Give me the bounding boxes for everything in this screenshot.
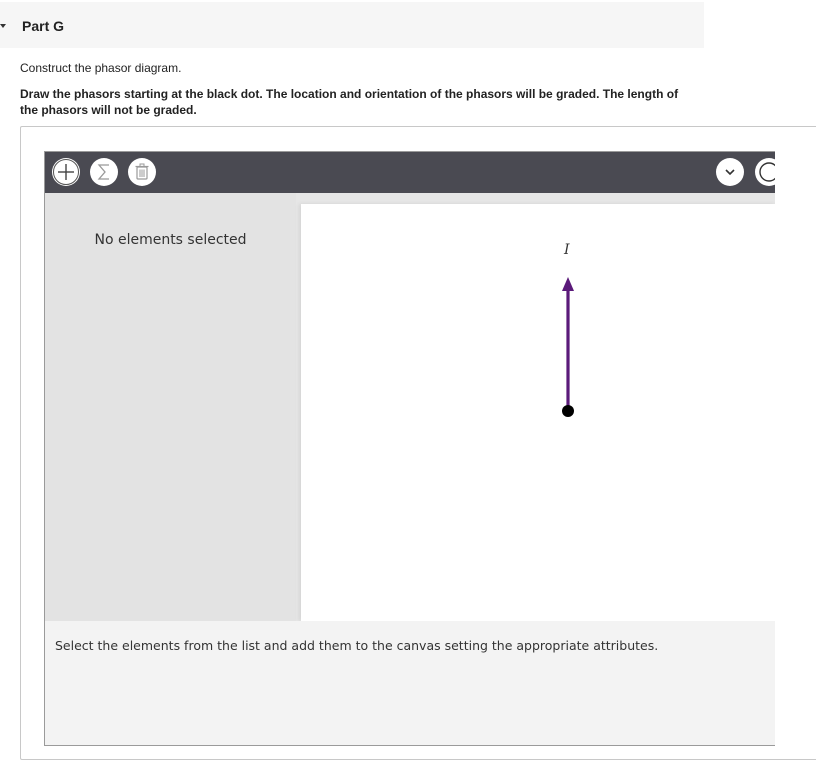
options-dropdown-button[interactable] (716, 158, 744, 186)
chevron-down-icon (725, 169, 735, 176)
part-title: Part G (22, 18, 65, 34)
drawing-canvas[interactable]: I (301, 204, 775, 621)
help-button[interactable] (755, 158, 775, 186)
phasor-arrowhead[interactable] (562, 277, 574, 291)
element-properties-panel: No elements selected (45, 193, 296, 621)
selection-status: No elements selected (94, 232, 247, 248)
phasor-layer (562, 277, 574, 417)
circle-icon (759, 162, 775, 182)
instruction-text: Construct the phasor diagram. (20, 61, 182, 75)
trash-icon (135, 163, 149, 180)
collapse-caret-icon[interactable] (0, 24, 6, 28)
hint-text: Select the elements from the list and ad… (55, 638, 659, 653)
plus-icon (53, 159, 79, 185)
add-element-button[interactable] (52, 158, 80, 186)
phasor-drawing-tool: No elements selected I Select the elemen… (44, 151, 775, 746)
hint-panel: Select the elements from the list and ad… (45, 621, 775, 745)
part-header[interactable]: Part G (0, 2, 704, 48)
origin-dot (562, 405, 574, 417)
grading-instruction: Draw the phasors starting at the black d… (20, 87, 679, 117)
toolbar (45, 152, 775, 193)
page: Part G Construct the phasor diagram. Dra… (0, 0, 816, 770)
canvas-area: I (296, 193, 775, 621)
delete-button[interactable] (128, 158, 156, 186)
sigma-icon (97, 164, 109, 180)
sum-button[interactable] (90, 158, 118, 186)
